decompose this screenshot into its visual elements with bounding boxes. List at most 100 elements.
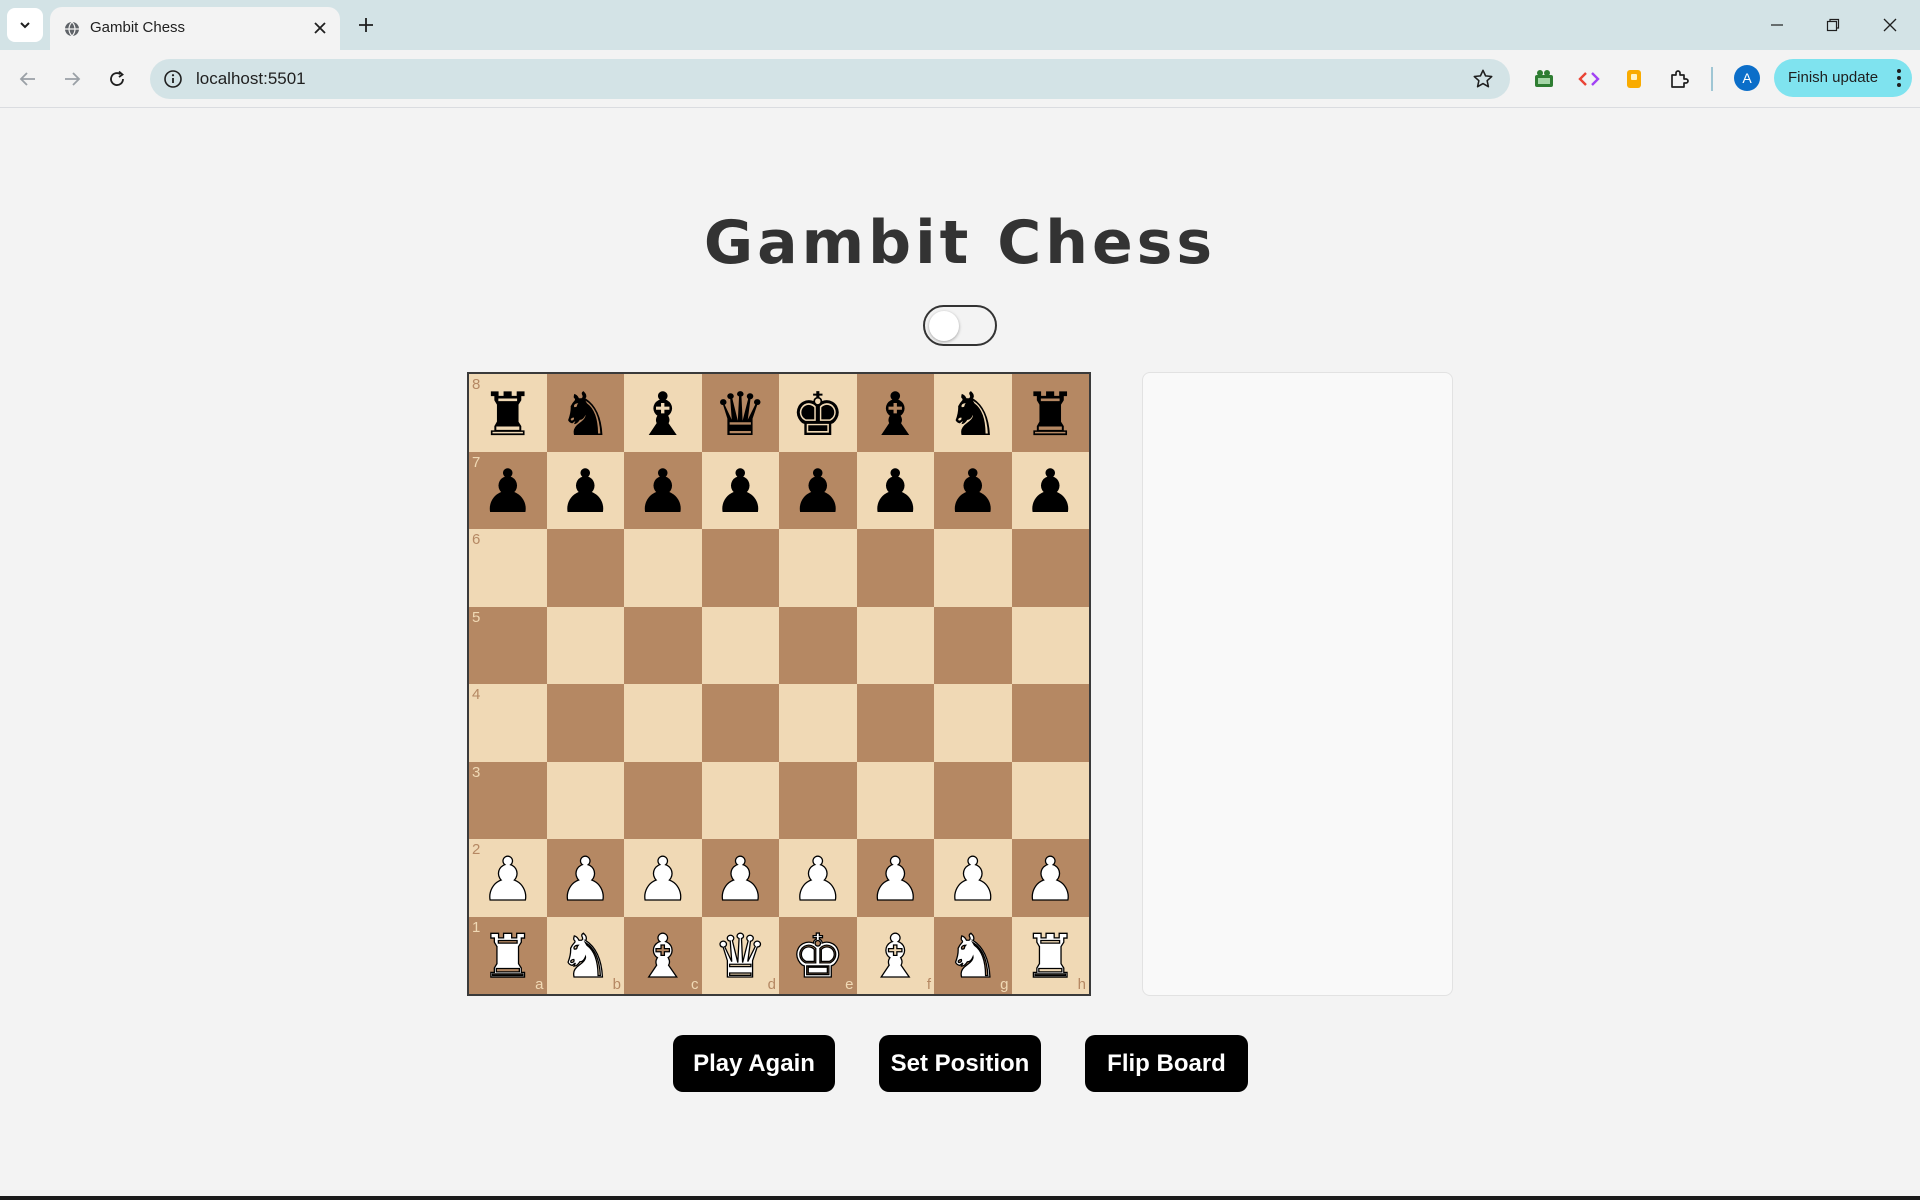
square-c2[interactable]: ♟ xyxy=(624,839,702,917)
black-pawn-icon[interactable]: ♟ xyxy=(1012,452,1090,530)
square-d7[interactable]: ♟ xyxy=(701,451,780,530)
extension-notes-button[interactable] xyxy=(1620,65,1648,93)
address-bar[interactable]: localhost:5501 xyxy=(150,59,1510,99)
square-b4[interactable] xyxy=(546,684,624,762)
square-f2[interactable]: ♟ xyxy=(856,839,935,917)
square-e5[interactable] xyxy=(779,606,857,684)
square-d5[interactable] xyxy=(701,606,779,684)
black-rook-icon[interactable]: ♜ xyxy=(1012,374,1090,452)
square-b1[interactable]: b ♞ xyxy=(546,916,624,994)
tab-close-button[interactable] xyxy=(310,18,330,38)
square-h3[interactable] xyxy=(1011,761,1089,839)
square-a8[interactable]: 8 ♜ xyxy=(469,374,547,452)
square-h5[interactable] xyxy=(1011,606,1089,684)
extensions-button[interactable] xyxy=(1665,65,1693,93)
black-knight-icon[interactable]: ♞ xyxy=(547,374,625,452)
square-h6[interactable] xyxy=(1011,529,1089,607)
square-d3[interactable] xyxy=(701,761,779,839)
tab-search-button[interactable] xyxy=(7,8,43,42)
restore-button[interactable] xyxy=(1818,10,1848,40)
white-knight-icon[interactable]: ♞ xyxy=(934,917,1012,995)
square-g8[interactable]: ♞ xyxy=(934,374,1012,452)
play-again-button[interactable]: Play Again xyxy=(673,1035,835,1092)
square-g4[interactable] xyxy=(934,684,1012,762)
square-f6[interactable] xyxy=(856,529,934,607)
square-b5[interactable] xyxy=(546,606,624,684)
square-d8[interactable]: ♛ xyxy=(701,374,780,452)
white-pawn-icon[interactable]: ♟ xyxy=(624,839,702,917)
white-pawn-icon[interactable]: ♟ xyxy=(1012,839,1090,917)
square-c3[interactable] xyxy=(624,761,702,839)
square-f5[interactable] xyxy=(856,606,934,684)
square-e2[interactable]: ♟ xyxy=(779,839,857,917)
square-b6[interactable] xyxy=(546,529,624,607)
theme-toggle[interactable] xyxy=(923,305,997,346)
extension-code-button[interactable] xyxy=(1575,65,1603,93)
white-pawn-icon[interactable]: ♟ xyxy=(547,839,625,917)
forward-button[interactable] xyxy=(57,64,87,94)
browser-tab[interactable]: Gambit Chess xyxy=(50,7,340,50)
square-h2[interactable]: ♟ xyxy=(1011,839,1090,917)
square-c8[interactable]: ♝ xyxy=(624,374,702,452)
square-g6[interactable] xyxy=(934,529,1012,607)
square-g5[interactable] xyxy=(934,606,1012,684)
black-pawn-icon[interactable]: ♟ xyxy=(934,452,1012,530)
black-pawn-icon[interactable]: ♟ xyxy=(547,452,625,530)
reload-button[interactable] xyxy=(102,64,132,94)
square-e7[interactable]: ♟ xyxy=(779,451,857,530)
url-text[interactable]: localhost:5501 xyxy=(196,69,306,89)
square-a5[interactable]: 5 xyxy=(469,606,547,684)
square-a4[interactable]: 4 xyxy=(469,684,547,762)
square-a1[interactable]: 1 a ♜ xyxy=(469,916,547,995)
black-bishop-icon[interactable]: ♝ xyxy=(857,374,935,452)
black-queen-icon[interactable]: ♛ xyxy=(702,374,780,452)
white-pawn-icon[interactable]: ♟ xyxy=(857,839,935,917)
square-c4[interactable] xyxy=(624,684,702,762)
new-tab-button[interactable] xyxy=(354,13,378,37)
square-b8[interactable]: ♞ xyxy=(546,374,625,452)
white-pawn-icon[interactable]: ♟ xyxy=(469,839,547,917)
extension-media-button[interactable] xyxy=(1530,65,1558,93)
square-c1[interactable]: c ♝ xyxy=(624,916,702,995)
square-g3[interactable] xyxy=(934,761,1012,839)
square-d2[interactable]: ♟ xyxy=(701,839,779,917)
black-pawn-icon[interactable]: ♟ xyxy=(779,452,857,530)
square-d6[interactable] xyxy=(701,529,779,607)
square-d1[interactable]: d ♛ xyxy=(701,916,779,994)
square-f7[interactable]: ♟ xyxy=(856,451,935,530)
set-position-button[interactable]: Set Position xyxy=(879,1035,1041,1092)
white-pawn-icon[interactable]: ♟ xyxy=(779,839,857,917)
black-pawn-icon[interactable]: ♟ xyxy=(702,452,780,530)
square-a2[interactable]: 2 ♟ xyxy=(469,839,547,917)
finish-update-button[interactable]: Finish update xyxy=(1774,59,1912,97)
profile-avatar[interactable]: A xyxy=(1734,65,1760,91)
white-bishop-icon[interactable]: ♝ xyxy=(857,917,935,995)
square-h4[interactable] xyxy=(1011,684,1089,762)
square-b2[interactable]: ♟ xyxy=(546,839,625,917)
square-e8[interactable]: ♚ xyxy=(779,374,857,452)
square-a7[interactable]: 7 ♟ xyxy=(469,451,547,530)
square-e6[interactable] xyxy=(779,529,857,607)
star-icon[interactable] xyxy=(1472,68,1494,90)
white-rook-icon[interactable]: ♜ xyxy=(469,917,547,995)
black-rook-icon[interactable]: ♜ xyxy=(469,374,547,452)
black-pawn-icon[interactable]: ♟ xyxy=(857,452,935,530)
square-b3[interactable] xyxy=(546,761,624,839)
square-a3[interactable]: 3 xyxy=(469,761,547,839)
square-g7[interactable]: ♟ xyxy=(934,451,1012,530)
black-pawn-icon[interactable]: ♟ xyxy=(624,452,702,530)
white-bishop-icon[interactable]: ♝ xyxy=(624,917,702,995)
minimize-button[interactable] xyxy=(1762,10,1792,40)
square-f3[interactable] xyxy=(856,761,934,839)
black-knight-icon[interactable]: ♞ xyxy=(934,374,1012,452)
square-f4[interactable] xyxy=(856,684,934,762)
square-c5[interactable] xyxy=(624,606,702,684)
square-f8[interactable]: ♝ xyxy=(856,374,935,452)
square-c6[interactable] xyxy=(624,529,702,607)
square-h7[interactable]: ♟ xyxy=(1011,451,1090,530)
square-a6[interactable]: 6 xyxy=(469,529,547,607)
white-pawn-icon[interactable]: ♟ xyxy=(934,839,1012,917)
square-b7[interactable]: ♟ xyxy=(546,451,625,530)
black-pawn-icon[interactable]: ♟ xyxy=(469,452,547,530)
square-h8[interactable]: ♜ xyxy=(1011,374,1090,452)
